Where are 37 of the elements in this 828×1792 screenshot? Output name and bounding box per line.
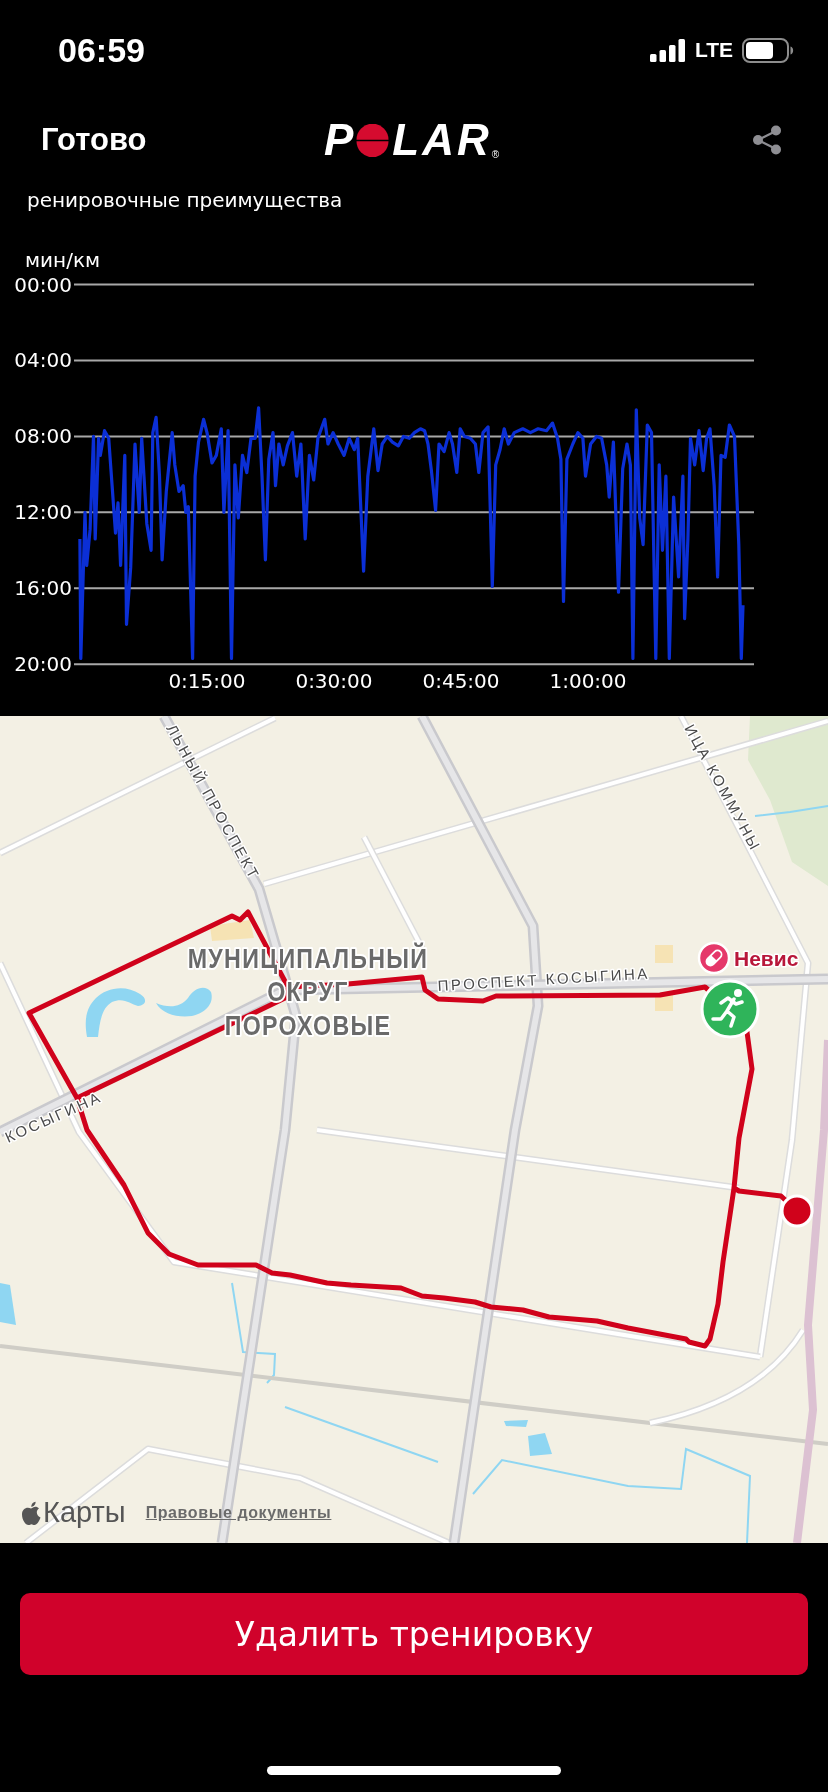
section-title: ренировочные преимущества (27, 188, 343, 212)
maps-label: Карты (43, 1496, 126, 1529)
pond (528, 1433, 552, 1456)
pond (504, 1420, 528, 1427)
axis-label: 1:00:00 (549, 669, 627, 693)
axis-label: 20:00 (14, 652, 72, 677)
street-label: ПРОСПЕКТ КОСЫГИНА (437, 964, 651, 994)
building (655, 945, 673, 963)
axis-label: 0:30:00 (295, 669, 373, 693)
axis-label: 16:00 (14, 576, 72, 601)
building (210, 920, 254, 941)
signal-icon (649, 38, 686, 62)
status-time: 06:59 (58, 30, 145, 70)
axis-label: 08:00 (14, 424, 72, 449)
apple-icon (21, 1500, 41, 1525)
done-button[interactable]: Готово (41, 121, 147, 159)
network-label: LTE (694, 38, 733, 62)
axis-title: мин/км (25, 248, 101, 272)
axis-label: 0:15:00 (168, 669, 246, 693)
disc-icon (356, 123, 390, 157)
place-label: Невис (734, 947, 799, 970)
share-icon[interactable] (752, 125, 782, 155)
pond (0, 1283, 16, 1325)
legal-link[interactable]: Правовые документы (145, 1503, 332, 1522)
pill-icon (697, 941, 731, 975)
axis-label: 12:00 (14, 500, 72, 525)
axis-label: 04:00 (14, 348, 72, 373)
delete-button[interactable]: Удалить тренировку (20, 1593, 808, 1675)
battery-icon (742, 37, 794, 63)
axis-label: 00:00 (14, 272, 72, 297)
axis-label: 0:45:00 (422, 669, 500, 693)
logo-text: P (323, 118, 357, 162)
logo-text: LAR (392, 118, 492, 162)
runner-icon (700, 979, 760, 1039)
pond (85, 988, 146, 1037)
registered-mark: ® (491, 149, 500, 160)
pond (156, 987, 212, 1017)
